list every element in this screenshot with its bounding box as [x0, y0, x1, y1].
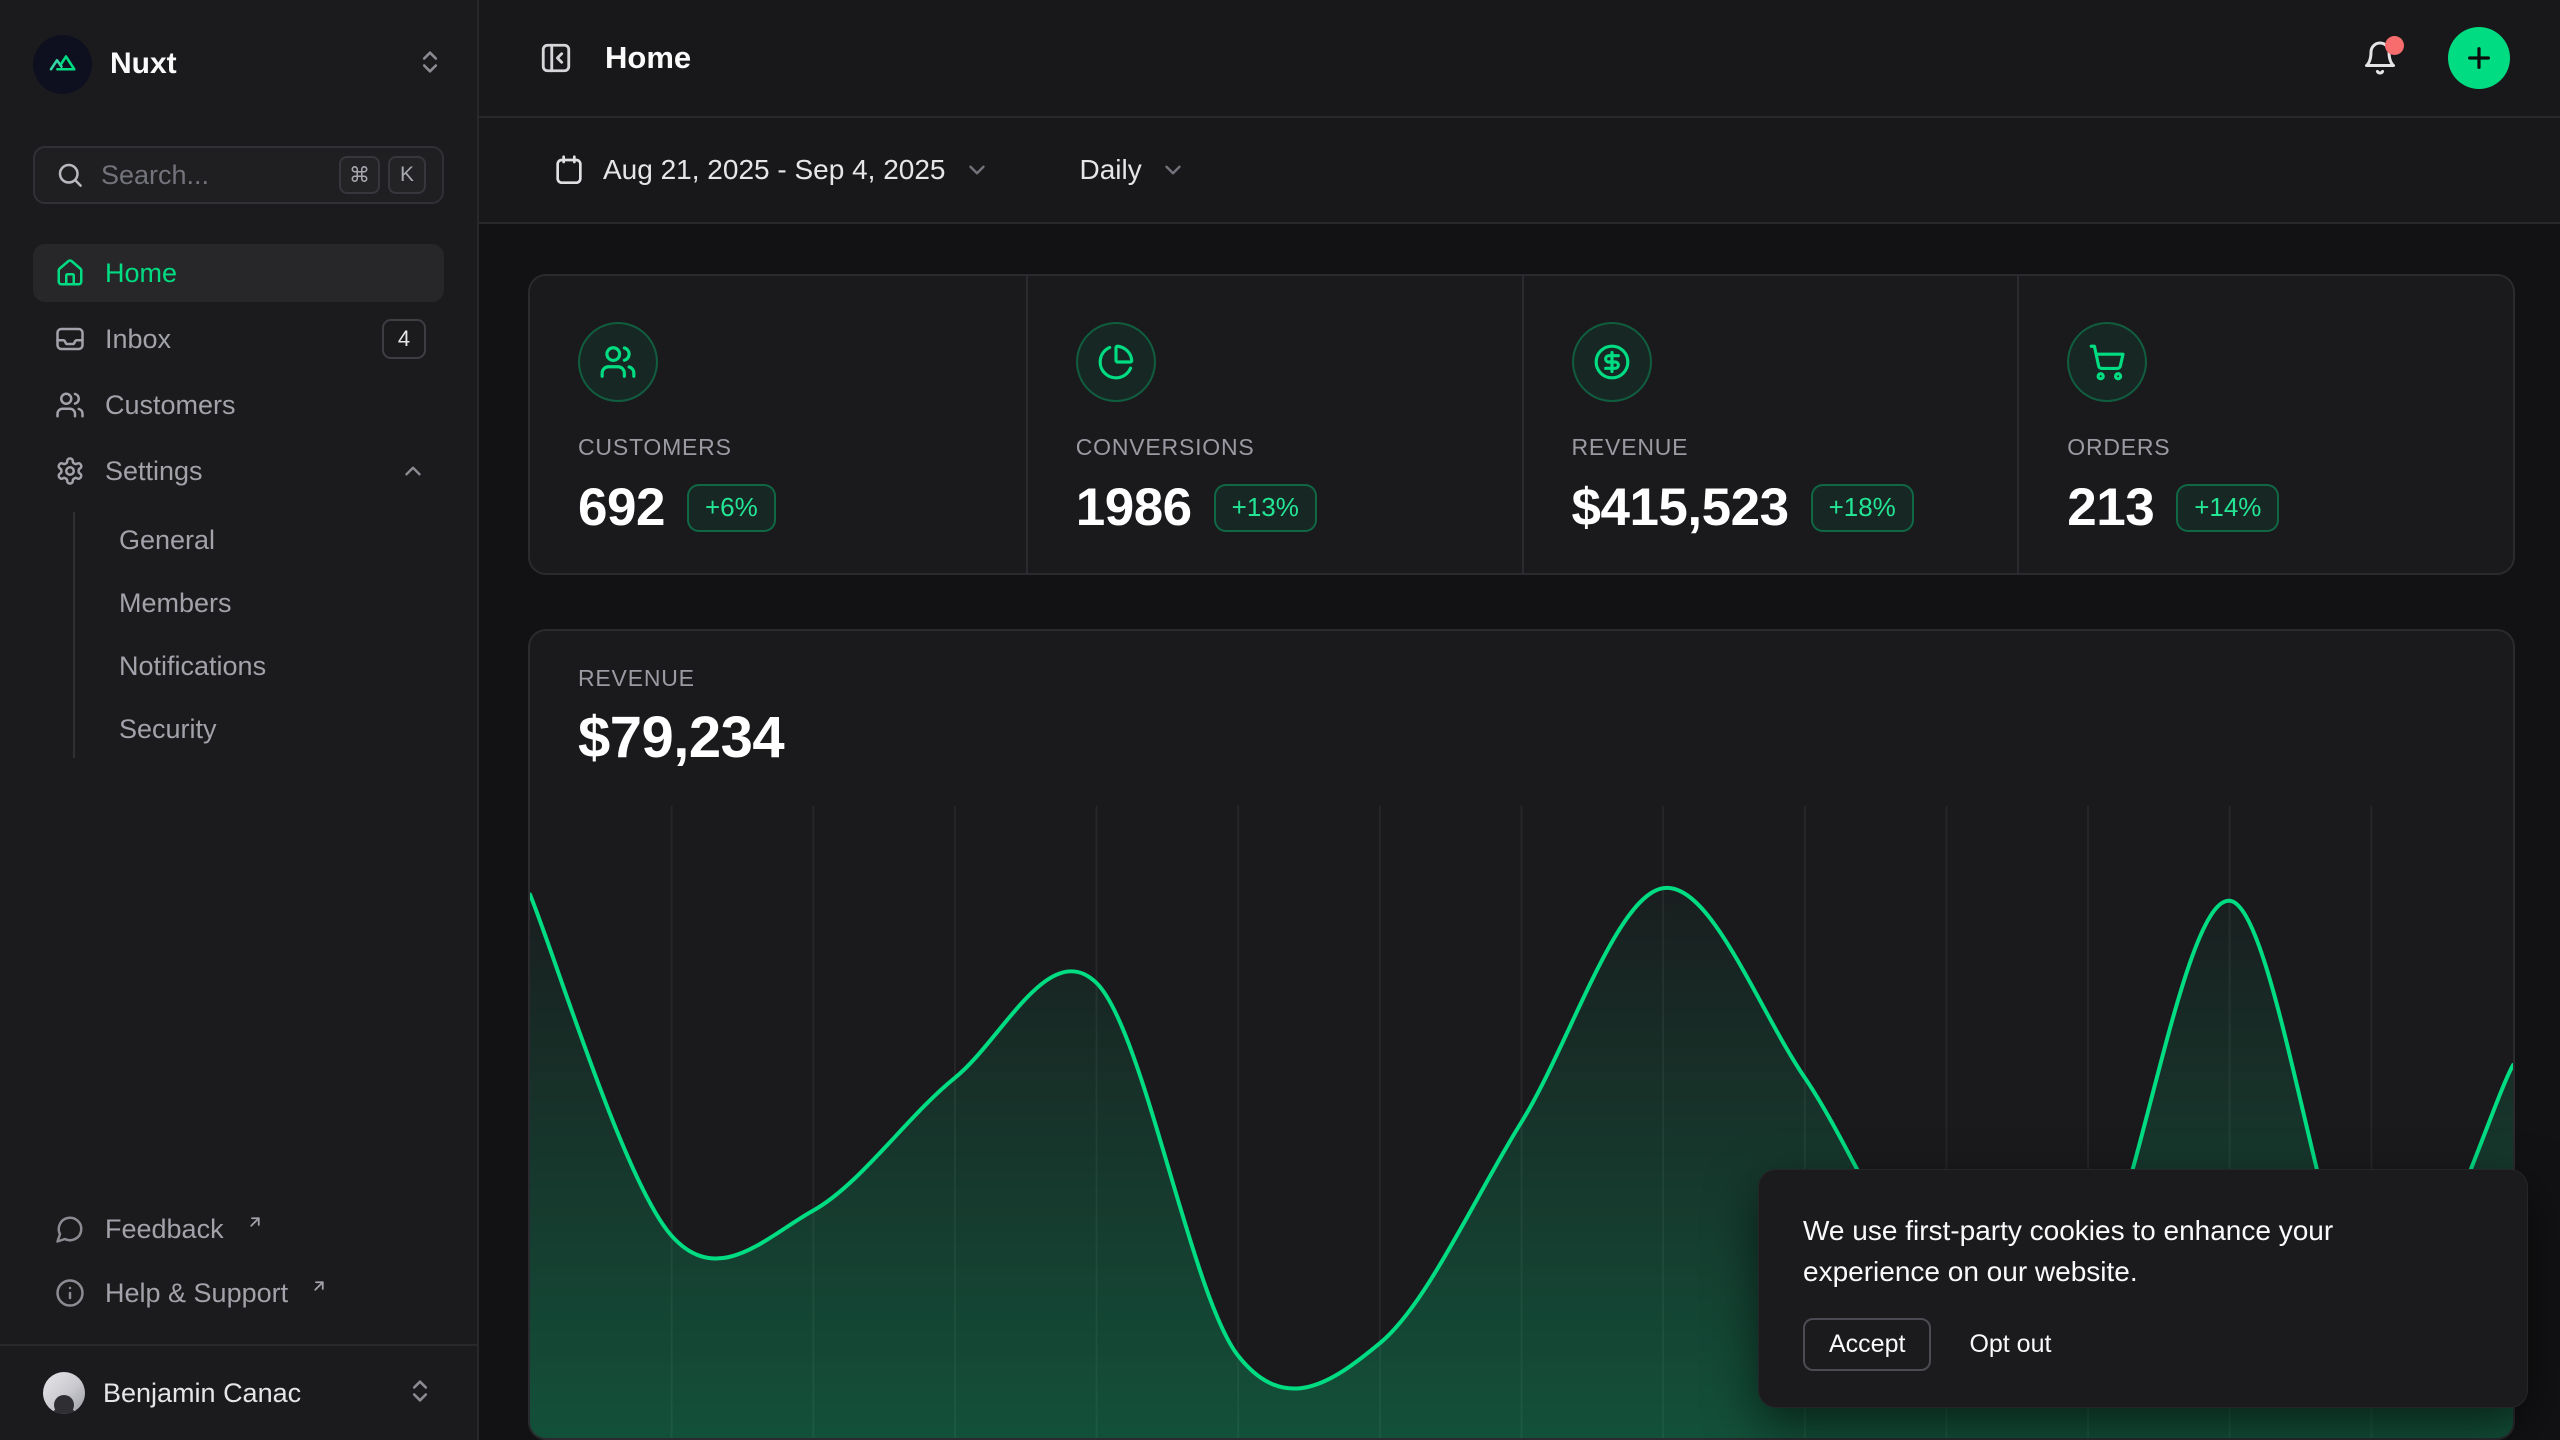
stat-value: 213 — [2067, 477, 2154, 538]
external-link-icon — [310, 1271, 328, 1302]
sidebar-item-notifications[interactable]: Notifications — [105, 638, 444, 695]
inbox-count-badge: 4 — [382, 319, 426, 359]
notifications-button[interactable] — [2354, 32, 2406, 84]
pie-chart-icon — [1076, 322, 1156, 402]
user-name: Benjamin Canac — [103, 1378, 301, 1409]
sidebar-item-label: Customers — [105, 390, 236, 421]
stat-conversions[interactable]: CONVERSIONS 1986 +13% — [1026, 276, 1522, 573]
search-kbd-hint: ⌘ K — [339, 156, 426, 194]
sidebar: Nuxt Search... ⌘ K Home — [0, 0, 479, 1440]
sidebar-item-customers[interactable]: Customers — [33, 376, 444, 434]
external-link-icon — [246, 1207, 264, 1238]
workspace-switcher[interactable]: Nuxt — [33, 34, 444, 94]
home-icon — [55, 258, 85, 288]
sidebar-item-security[interactable]: Security — [105, 701, 444, 758]
user-menu[interactable]: Benjamin Canac — [33, 1352, 444, 1426]
stat-value: 692 — [578, 477, 665, 538]
cart-icon — [2067, 322, 2147, 402]
stat-value: 1986 — [1076, 477, 1192, 538]
sidebar-nav: Home Inbox 4 Customers Sett — [33, 244, 444, 758]
page-header: Home — [479, 0, 2560, 118]
opt-out-button[interactable]: Opt out — [1969, 1330, 2051, 1359]
help-support-label: Help & Support — [105, 1278, 288, 1309]
sidebar-item-label: Home — [105, 258, 177, 289]
stat-orders[interactable]: ORDERS 213 +14% — [2017, 276, 2513, 573]
divider — [0, 1344, 477, 1346]
users-icon — [55, 390, 85, 420]
sidebar-item-members[interactable]: Members — [105, 575, 444, 632]
calendar-icon — [553, 154, 585, 186]
workspace-name: Nuxt — [110, 47, 177, 81]
search-input[interactable]: Search... ⌘ K — [33, 146, 444, 204]
stat-delta-badge: +13% — [1214, 484, 1317, 532]
stats-row: CUSTOMERS 692 +6% CONVERSIONS 1986 +13% — [528, 274, 2515, 575]
plus-icon — [2463, 42, 2495, 74]
stat-customers[interactable]: CUSTOMERS 692 +6% — [530, 276, 1026, 573]
date-range-value: Aug 21, 2025 - Sep 4, 2025 — [603, 154, 946, 186]
chevron-down-icon — [1160, 157, 1186, 183]
feedback-link[interactable]: Feedback — [33, 1200, 444, 1258]
kbd-k: K — [388, 156, 426, 194]
info-circle-icon — [55, 1278, 85, 1308]
sidebar-item-inbox[interactable]: Inbox 4 — [33, 310, 444, 368]
sidebar-item-label: Settings — [105, 456, 203, 487]
collapse-sidebar-button[interactable] — [531, 33, 581, 83]
stat-delta-badge: +6% — [687, 484, 776, 532]
gear-icon — [55, 456, 85, 486]
chevrons-up-down-icon — [416, 48, 444, 81]
granularity-value: Daily — [1080, 154, 1142, 186]
stat-label: REVENUE — [1572, 434, 1978, 461]
revenue-chart-value: $79,234 — [578, 704, 2465, 771]
stat-label: CUSTOMERS — [578, 434, 986, 461]
feedback-label: Feedback — [105, 1214, 224, 1245]
sidebar-item-label: Inbox — [105, 324, 171, 355]
add-button[interactable] — [2448, 27, 2510, 89]
kbd-cmd: ⌘ — [339, 156, 380, 194]
stat-revenue[interactable]: REVENUE $415,523 +18% — [1522, 276, 2018, 573]
cookie-banner: We use first-party cookies to enhance yo… — [1758, 1169, 2528, 1408]
stat-label: CONVERSIONS — [1076, 434, 1482, 461]
accept-button[interactable]: Accept — [1803, 1318, 1931, 1371]
sidebar-footer: Feedback Help & Support Benjamin Canac — [33, 1200, 444, 1426]
revenue-chart-label: REVENUE — [578, 665, 2465, 692]
chevron-up-icon — [400, 458, 426, 484]
help-support-link[interactable]: Help & Support — [33, 1264, 444, 1322]
panel-left-close-icon — [539, 41, 573, 75]
search-placeholder: Search... — [101, 160, 323, 191]
cookie-message: We use first-party cookies to enhance yo… — [1803, 1210, 2443, 1292]
date-range-picker[interactable]: Aug 21, 2025 - Sep 4, 2025 — [539, 142, 1004, 198]
notification-dot — [2385, 36, 2404, 55]
sidebar-item-home[interactable]: Home — [33, 244, 444, 302]
stat-delta-badge: +14% — [2176, 484, 2279, 532]
users-icon — [578, 322, 658, 402]
search-icon — [55, 160, 85, 190]
avatar — [43, 1372, 85, 1414]
inbox-icon — [55, 324, 85, 354]
chevron-down-icon — [964, 157, 990, 183]
settings-subnav: General Members Notifications Security — [73, 512, 444, 758]
chat-bubble-icon — [55, 1214, 85, 1244]
page-title: Home — [605, 40, 691, 76]
chevrons-up-down-icon — [406, 1377, 434, 1410]
stat-label: ORDERS — [2067, 434, 2473, 461]
granularity-select[interactable]: Daily — [1066, 142, 1200, 198]
sidebar-item-settings[interactable]: Settings — [33, 442, 444, 500]
sidebar-item-general[interactable]: General — [105, 512, 444, 569]
filter-bar: Aug 21, 2025 - Sep 4, 2025 Daily — [479, 118, 2560, 224]
stat-value: $415,523 — [1572, 477, 1789, 538]
nuxt-logo-icon — [33, 35, 92, 94]
stat-delta-badge: +18% — [1811, 484, 1914, 532]
circle-dollar-icon — [1572, 322, 1652, 402]
